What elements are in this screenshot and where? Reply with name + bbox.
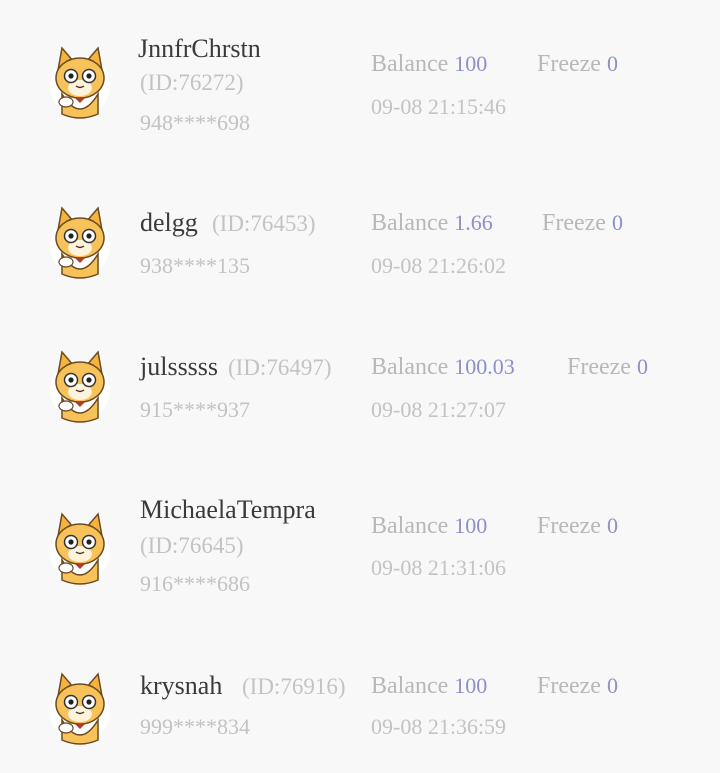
balance-value: 100	[454, 51, 488, 76]
balance-stat: Balance 1.66	[371, 211, 493, 235]
balance-label: Balance	[371, 354, 449, 380]
user-id: (ID:76916)	[242, 674, 346, 699]
user-phone: 938****135	[140, 253, 250, 278]
timestamp: 09-08 21:36:59	[371, 714, 507, 739]
balance-stat: Balance 100	[371, 514, 487, 538]
user-phone: 999****834	[140, 714, 250, 739]
freeze-stat: Freeze 0	[537, 674, 618, 698]
user-name: JnnfrChrstn	[138, 34, 261, 63]
timestamp: 09-08 21:26:02	[371, 253, 507, 278]
freeze-label: Freeze	[537, 673, 601, 699]
user-name: delgg	[140, 208, 198, 237]
user-name: julsssss	[140, 352, 219, 381]
cat-avatar-icon	[50, 512, 110, 585]
avatar	[46, 506, 114, 590]
freeze-value: 0	[606, 673, 618, 698]
freeze-value: 0	[636, 354, 648, 379]
balance-value: 100.03	[454, 354, 515, 379]
balance-stat: Balance 100	[371, 674, 487, 698]
avatar	[46, 200, 114, 284]
balance-label: Balance	[371, 673, 449, 699]
user-phone: 948****698	[140, 110, 250, 135]
freeze-stat: Freeze 0	[567, 355, 648, 379]
freeze-value: 0	[606, 513, 618, 538]
user-row[interactable]: delgg (ID:76453) 938****135 Balance 1.66…	[0, 160, 720, 290]
cat-avatar-icon	[50, 206, 110, 279]
freeze-label: Freeze	[537, 51, 601, 77]
user-row[interactable]: krysnah (ID:76916) 999****834 Balance 10…	[0, 626, 720, 756]
balance-stat: Balance 100.03	[371, 355, 515, 379]
freeze-label: Freeze	[537, 513, 601, 539]
freeze-value: 0	[611, 210, 623, 235]
balance-value: 1.66	[454, 210, 493, 235]
freeze-stat: Freeze 0	[537, 514, 618, 538]
cat-avatar-icon	[50, 350, 110, 423]
timestamp: 09-08 21:27:07	[371, 397, 507, 422]
balance-label: Balance	[371, 210, 449, 236]
balance-value: 100	[454, 673, 488, 698]
user-list: JnnfrChrstn (ID:76272) 948****698 Balanc…	[0, 0, 720, 773]
user-name: krysnah	[140, 671, 223, 700]
user-name: MichaelaTempra	[140, 495, 316, 524]
avatar	[46, 40, 114, 124]
user-id: (ID:76453)	[212, 211, 316, 236]
user-row[interactable]: MichaelaTempra (ID:76645) 916****686 Bal…	[0, 466, 720, 596]
user-row[interactable]: JnnfrChrstn (ID:76272) 948****698 Balanc…	[0, 0, 720, 134]
avatar	[46, 666, 114, 750]
freeze-value: 0	[606, 51, 618, 76]
freeze-stat: Freeze 0	[537, 52, 618, 76]
timestamp: 09-08 21:15:46	[371, 94, 507, 119]
freeze-label: Freeze	[542, 210, 606, 236]
balance-stat: Balance 100	[371, 52, 487, 76]
user-id: (ID:76272)	[140, 70, 244, 95]
balance-label: Balance	[371, 513, 449, 539]
cat-avatar-icon	[50, 46, 110, 119]
timestamp: 09-08 21:31:06	[371, 555, 507, 580]
freeze-label: Freeze	[567, 354, 631, 380]
balance-label: Balance	[371, 51, 449, 77]
cat-avatar-icon	[50, 672, 110, 745]
user-row[interactable]: julsssss (ID:76497) 915****937 Balance 1…	[0, 304, 720, 434]
freeze-stat: Freeze 0	[542, 211, 623, 235]
avatar	[46, 344, 114, 428]
user-phone: 916****686	[140, 571, 250, 596]
balance-value: 100	[454, 513, 488, 538]
user-id: (ID:76645)	[140, 533, 244, 558]
user-id: (ID:76497)	[228, 355, 332, 380]
user-phone: 915****937	[140, 397, 250, 422]
